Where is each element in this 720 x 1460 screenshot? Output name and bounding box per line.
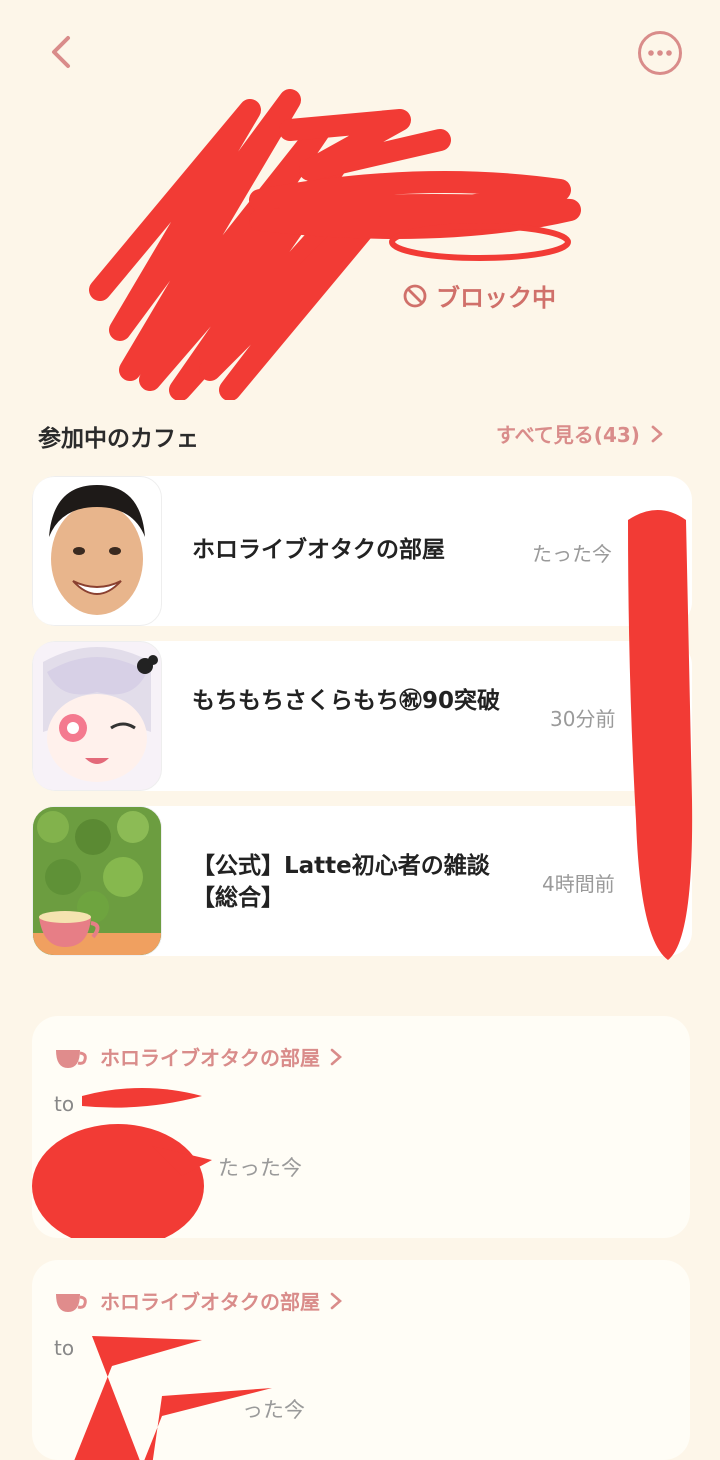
post-cafe-link[interactable]: ホロライブオタクの部屋 [54, 1042, 342, 1071]
cafe-thumbnail [32, 641, 162, 791]
activity-post[interactable]: ホロライブオタクの部屋 to った今 [32, 1260, 690, 1460]
post-cafe-name: ホロライブオタクの部屋 [100, 1046, 320, 1070]
more-icon [648, 50, 672, 56]
see-all-label: すべて見る(43) [496, 423, 640, 447]
see-all-cafes-link[interactable]: すべて見る(43) [496, 419, 664, 448]
cafe-name: ホロライブオタクの部屋 [192, 537, 445, 563]
redaction-scribble [628, 510, 693, 960]
activity-post[interactable]: ホロライブオタクの部屋 to たった今 だよ [32, 1016, 690, 1238]
cafes-section-title: 参加中のカフェ [38, 426, 199, 452]
cafe-cup-icon [56, 1049, 87, 1068]
post-cafe-name: ホロライブオタクの部屋 [100, 1290, 320, 1314]
cafe-time: たった今 [532, 542, 612, 566]
redaction-scribble [89, 89, 581, 400]
back-button[interactable] [40, 30, 84, 74]
cafe-item[interactable]: もちもちさくらもち㊗90突破 30分前 [32, 641, 692, 791]
cafe-cup-icon [56, 1293, 87, 1312]
block-status-label: ブロック中 [436, 284, 556, 312]
cafe-thumbnail [32, 476, 162, 626]
cafe-thumbnail [32, 806, 162, 956]
redaction-scribble [32, 1088, 212, 1238]
cafe-name: もちもちさくらもち㊗90突破 [192, 688, 501, 714]
chevron-right-icon [330, 1048, 342, 1065]
chevron-right-icon [330, 1292, 342, 1309]
block-icon [403, 284, 427, 307]
cafe-item[interactable]: 【公式】Latte初心者の雑談【総合】 4時間前 [32, 806, 692, 956]
more-options-button[interactable] [638, 31, 682, 75]
chevron-left-icon [52, 36, 70, 68]
cafe-time: 30分前 [550, 707, 616, 731]
cafe-time: 4時間前 [542, 872, 615, 896]
post-cafe-link[interactable]: ホロライブオタクの部屋 [54, 1286, 342, 1315]
cafe-item[interactable]: ホロライブオタクの部屋 たった今 [32, 476, 692, 626]
cafe-name: 【公式】Latte初心者の雑談【総合】 [192, 853, 490, 911]
chevron-right-icon [651, 425, 663, 442]
block-status: ブロック中 [402, 278, 556, 313]
